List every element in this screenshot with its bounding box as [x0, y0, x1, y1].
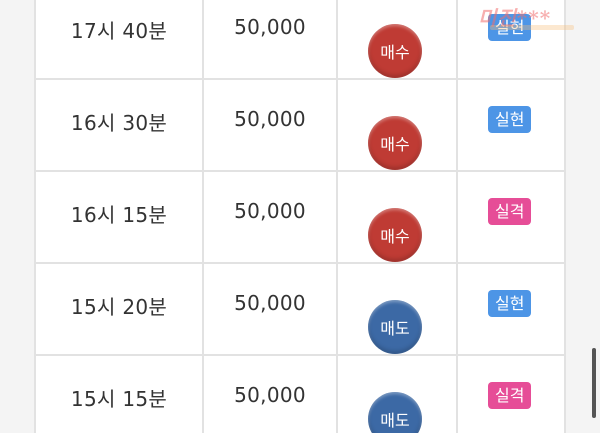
trade-time: 15시 15분	[70, 387, 168, 411]
buy-badge: 매수	[368, 24, 422, 78]
trade-type-cell: 매도	[338, 356, 458, 433]
sell-badge: 매도	[368, 300, 422, 354]
table-row: 16시 30분 50,000 매수 실현	[36, 80, 566, 172]
amount-cell: 50,000	[204, 264, 338, 354]
amount-cell: 50,000	[204, 172, 338, 262]
trade-history-view: 17시 40분 50,000 매수 실현 16시 30분 50,000 매수 실…	[0, 0, 600, 433]
time-cell: 15시 15분	[36, 356, 204, 433]
time-cell: 17시 40분	[36, 0, 204, 78]
trade-type-cell: 매수	[338, 172, 458, 262]
trade-time: 17시 40분	[70, 19, 168, 43]
buy-badge: 매수	[368, 208, 422, 262]
trade-time: 16시 30분	[70, 111, 168, 135]
fail-badge: 실격	[488, 382, 532, 409]
amount-cell: 50,000	[204, 356, 338, 433]
trade-history-table: 17시 40분 50,000 매수 실현 16시 30분 50,000 매수 실…	[34, 0, 566, 433]
result-cell: 실격	[458, 172, 566, 262]
fail-badge: 실격	[488, 198, 532, 225]
time-cell: 16시 30분	[36, 80, 204, 170]
trade-type-cell: 매수	[338, 80, 458, 170]
success-badge: 실현	[488, 106, 532, 133]
table-row: 15시 20분 50,000 매도 실현	[36, 264, 566, 356]
trade-amount: 50,000	[234, 15, 306, 39]
buy-badge: 매수	[368, 116, 422, 170]
scrollbar-thumb[interactable]	[592, 348, 596, 418]
trade-amount: 50,000	[234, 107, 306, 131]
trade-amount: 50,000	[234, 291, 306, 315]
trade-type-cell: 매도	[338, 264, 458, 354]
trade-amount: 50,000	[234, 383, 306, 407]
trade-type-cell: 매수	[338, 0, 458, 78]
trade-time: 15시 20분	[70, 295, 168, 319]
result-cell: 실현	[458, 264, 566, 354]
success-badge: 실현	[488, 290, 532, 317]
amount-cell: 50,000	[204, 80, 338, 170]
watermark-underline	[490, 25, 574, 30]
trade-amount: 50,000	[234, 199, 306, 223]
result-cell: 실현	[458, 80, 566, 170]
time-cell: 16시 15분	[36, 172, 204, 262]
result-cell: 실격	[458, 356, 566, 433]
table-row: 15시 15분 50,000 매도 실격	[36, 356, 566, 433]
trade-time: 16시 15분	[70, 203, 168, 227]
sell-badge: 매도	[368, 392, 422, 433]
time-cell: 15시 20분	[36, 264, 204, 354]
amount-cell: 50,000	[204, 0, 338, 78]
table-row: 16시 15분 50,000 매수 실격	[36, 172, 566, 264]
